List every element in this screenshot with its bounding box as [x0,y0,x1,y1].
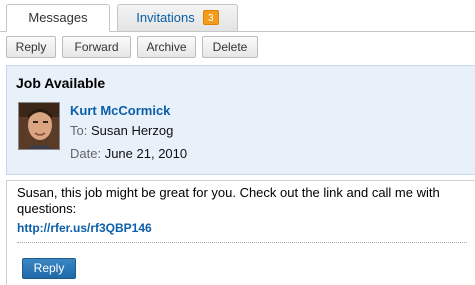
tab-bar: Messages Invitations 3 [0,0,475,32]
profile-photo-icon [19,103,59,149]
date-label: Date: [70,146,102,161]
tab-invitations-label: Invitations [136,10,195,25]
message-link[interactable]: http://rfer.us/rf3QBP146 [17,221,152,235]
tab-messages[interactable]: Messages [6,4,110,32]
message-body-text: Susan, this job might be great for you. … [17,185,440,216]
archive-button[interactable]: Archive [137,36,196,58]
to-label: To: [70,123,88,138]
recipient-row: To: Susan Herzog [70,123,173,138]
delete-button[interactable]: Delete [202,36,258,58]
tab-invitations[interactable]: Invitations 3 [117,4,238,32]
date-value: June 21, 2010 [104,146,188,161]
forward-button[interactable]: Forward [62,36,131,58]
reply-primary-button[interactable]: Reply [22,258,76,279]
message-header: Job Available Kurt McCormick To: Susan H… [6,65,475,175]
date-row: Date: June 21, 2010 [70,146,187,161]
recipient-name: Susan Herzog [90,123,174,138]
message-body: Susan, this job might be great for you. … [6,180,475,285]
invitations-count-badge: 3 [202,10,219,25]
sender-avatar[interactable] [18,102,60,150]
sender-name-link[interactable]: Kurt McCormick [70,103,170,118]
tab-messages-label: Messages [28,10,88,25]
body-divider [17,242,467,243]
reply-button[interactable]: Reply [6,36,56,58]
message-subject: Job Available [16,75,106,91]
